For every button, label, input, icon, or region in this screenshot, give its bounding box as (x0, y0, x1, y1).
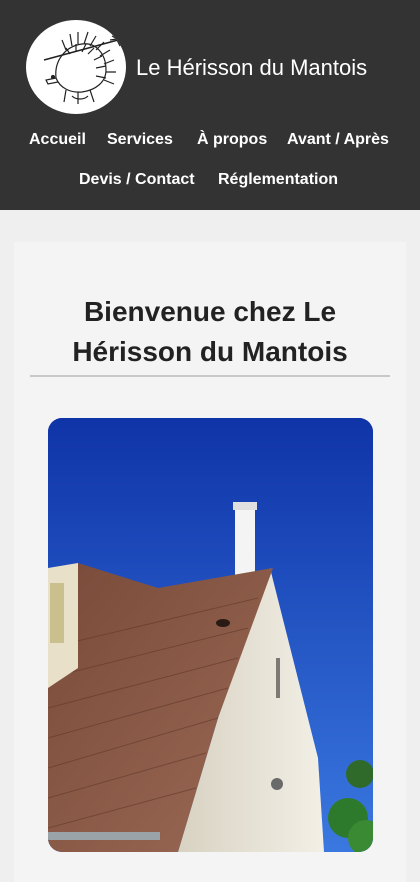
hero-photo-house-roof (48, 418, 373, 852)
page-title-line-1: Bienvenue chez Le (83, 296, 337, 327)
site-title[interactable]: Le Hérisson du Mantois (136, 54, 367, 82)
nav-item-a-propos[interactable]: À propos (197, 128, 267, 152)
main-content: Bienvenue chez Le Hérisson du Mantois (14, 242, 406, 882)
title-divider (30, 375, 390, 377)
nav-item-avant-apres[interactable]: Avant / Après (287, 128, 389, 152)
nav-item-accueil[interactable]: Accueil (29, 128, 86, 152)
house-roof-image (48, 418, 373, 852)
nav-item-services[interactable]: Services (107, 128, 173, 152)
page-title: Bienvenue chez Le Hérisson du Mantois (14, 292, 406, 372)
nav-item-devis-contact[interactable]: Devis / Contact (79, 168, 195, 192)
page-title-line-2: Hérisson du Mantois (72, 336, 348, 367)
site-header: Le Hérisson du Mantois Accueil Services … (0, 0, 420, 210)
site-logo[interactable] (26, 20, 126, 114)
hedgehog-logo-icon (43, 31, 125, 104)
nav-item-reglementation[interactable]: Réglementation (218, 168, 338, 192)
